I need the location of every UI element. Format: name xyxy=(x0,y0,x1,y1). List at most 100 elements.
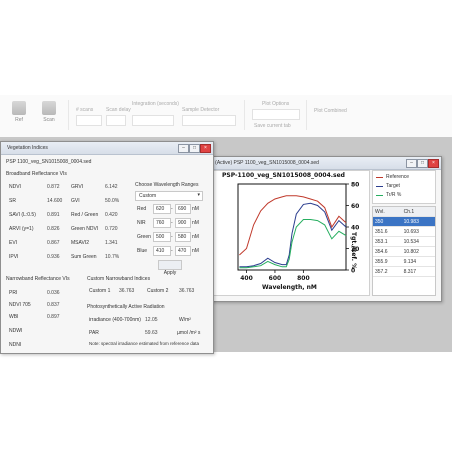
range-separator: - xyxy=(171,206,173,212)
scans-field[interactable] xyxy=(76,115,102,126)
table-row[interactable]: 351.6 10.693 xyxy=(373,226,435,237)
range-unit: nM xyxy=(192,248,199,254)
legend-ratio: Tr/R % xyxy=(386,192,402,198)
index-value-grvi: 6.142 xyxy=(105,184,118,190)
vegetation-indices-window: Vegetation Indices – □ × PSP 1100_veg_SN… xyxy=(0,141,214,354)
x-tick-label: 600 xyxy=(269,275,282,282)
y-tick-label: 60 xyxy=(351,203,359,210)
range-to-green[interactable]: 580 xyxy=(175,232,191,242)
range-from-green[interactable]: 500 xyxy=(153,232,171,242)
par-value: 59.63 xyxy=(145,330,158,336)
range-label-green: Green xyxy=(137,234,151,240)
range-from-nir[interactable]: 760 xyxy=(153,218,171,228)
broadband-header: Broadband Reflectance VIs xyxy=(6,171,67,177)
table-row[interactable]: 357.2 8.317 xyxy=(373,266,435,277)
range-from-blue-value: 410 xyxy=(156,248,165,254)
maximize-button[interactable]: □ xyxy=(189,144,200,153)
range-unit: nM xyxy=(192,206,199,212)
cell-wavelength: 351.6 xyxy=(373,226,402,237)
index-value-arvi: 0.826 xyxy=(47,226,60,232)
chevron-down-icon: ▾ xyxy=(197,192,200,198)
column-header-wavelength[interactable]: Wvl. xyxy=(373,207,402,217)
index-label-ndvi: NDVI xyxy=(9,184,21,190)
index-label-pri: PRI xyxy=(9,290,18,296)
x-axis-label: Wavelength, nM xyxy=(262,284,317,291)
index-label-sr: SR xyxy=(9,198,16,204)
custom2-label: Custom 2 xyxy=(147,288,169,294)
close-button[interactable]: × xyxy=(428,159,439,168)
range-separator: - xyxy=(171,220,173,226)
table-row[interactable]: 353.1 10.534 xyxy=(373,236,435,247)
range-from-green-value: 500 xyxy=(156,234,165,240)
index-value-pri: 0.036 xyxy=(47,290,60,296)
index-label-ndwi: NDWI xyxy=(9,328,23,334)
minimize-button[interactable]: – xyxy=(178,144,189,153)
range-separator: - xyxy=(171,248,173,254)
maximize-button[interactable]: □ xyxy=(417,159,428,168)
range-to-nir-value: 900 xyxy=(178,220,187,226)
index-value-wbi: 0.897 xyxy=(47,314,60,320)
toolbar-divider xyxy=(244,100,245,130)
index-value-sum-green: 10.7% xyxy=(105,254,120,260)
scan-button[interactable]: Scan xyxy=(34,101,64,133)
data-table: Wvl. Ch.1 350 10.983 351.6 10.693 353.1 … xyxy=(372,206,436,296)
cell-wavelength: 357.2 xyxy=(373,266,402,277)
minimize-button[interactable]: – xyxy=(406,159,417,168)
x-tick-label: 400 xyxy=(240,275,253,282)
range-to-green-value: 580 xyxy=(178,234,187,240)
index-label-gvi: GVI xyxy=(71,198,80,204)
index-label-grvi: GRVI xyxy=(71,184,84,190)
integration-field[interactable] xyxy=(132,115,174,126)
cell-wavelength: 354.6 xyxy=(373,246,402,257)
index-label-ndni: NDNI xyxy=(9,342,22,348)
cell-value: 10.534 xyxy=(401,236,435,247)
reference-icon xyxy=(12,101,26,115)
close-button[interactable]: × xyxy=(200,144,211,153)
table-row[interactable]: 355.9 9.134 xyxy=(373,256,435,267)
y-axis-label: Tgt./Ref. % xyxy=(350,232,357,270)
detector-select[interactable] xyxy=(182,115,236,126)
cell-wavelength: 350 xyxy=(373,216,402,227)
range-from-blue[interactable]: 410 xyxy=(153,246,171,256)
reference-label: Ref xyxy=(15,117,23,123)
index-label-ipvi: IPVI xyxy=(9,254,19,260)
apply-button-label: Apply xyxy=(163,270,177,276)
range-to-blue[interactable]: 470 xyxy=(175,246,191,256)
table-row[interactable]: 350 10.983 xyxy=(373,216,435,227)
veg-window-title: Vegetation Indices – □ × xyxy=(1,142,213,155)
custom1-value: 36.763 xyxy=(119,288,135,294)
column-header-channel[interactable]: Ch.1 xyxy=(401,207,435,217)
range-to-nir[interactable]: 900 xyxy=(175,218,191,228)
index-value-savi: 0.891 xyxy=(47,212,60,218)
y-tick-label: 80 xyxy=(351,182,359,189)
range-from-red[interactable]: 620 xyxy=(153,204,171,214)
legend-swatch-target xyxy=(376,186,383,187)
legend-reference: Reference xyxy=(386,174,410,180)
index-label-arvi: ARVI (y=1) xyxy=(9,226,34,232)
range-to-red[interactable]: 690 xyxy=(175,204,191,214)
table-header-row: Wvl. Ch.1 xyxy=(373,207,435,217)
save-current-tab-label[interactable]: Save current tab xyxy=(254,123,291,129)
reference-button[interactable]: Ref xyxy=(4,101,34,133)
index-label-sum-green: Sum Green xyxy=(71,254,97,260)
toolbar-divider xyxy=(68,100,69,130)
index-label-evi: EVI xyxy=(9,240,18,246)
legend-swatch-reference xyxy=(376,177,383,178)
cell-value: 10.983 xyxy=(401,216,435,227)
range-to-red-value: 690 xyxy=(178,206,187,212)
plot-frame xyxy=(237,183,347,271)
cell-value: 10.802 xyxy=(401,246,435,257)
plot-combined-button[interactable]: Plot Combined xyxy=(314,108,347,114)
wavelength-ranges-header: Choose Wavelength Ranges xyxy=(135,182,199,188)
scan-delay-field[interactable] xyxy=(106,115,126,126)
table-row[interactable]: 354.6 10.802 xyxy=(373,246,435,257)
apply-button[interactable]: Apply xyxy=(158,260,182,276)
index-value-sr: 14.600 xyxy=(47,198,63,204)
wavelength-preset-select[interactable]: Custom ▾ xyxy=(135,191,203,201)
index-value-gvi: 50.0% xyxy=(105,198,120,204)
legend: Reference Target Tr/R % xyxy=(372,170,436,204)
plot-window-title-text: 1 (Active) PSP 1100_veg_SN1015008_0004.s… xyxy=(211,160,319,166)
plot-options-select[interactable] xyxy=(252,109,300,120)
range-to-blue-value: 470 xyxy=(178,248,187,254)
toolbar: Ref Scan # scans Scan delay Integration … xyxy=(0,95,452,138)
